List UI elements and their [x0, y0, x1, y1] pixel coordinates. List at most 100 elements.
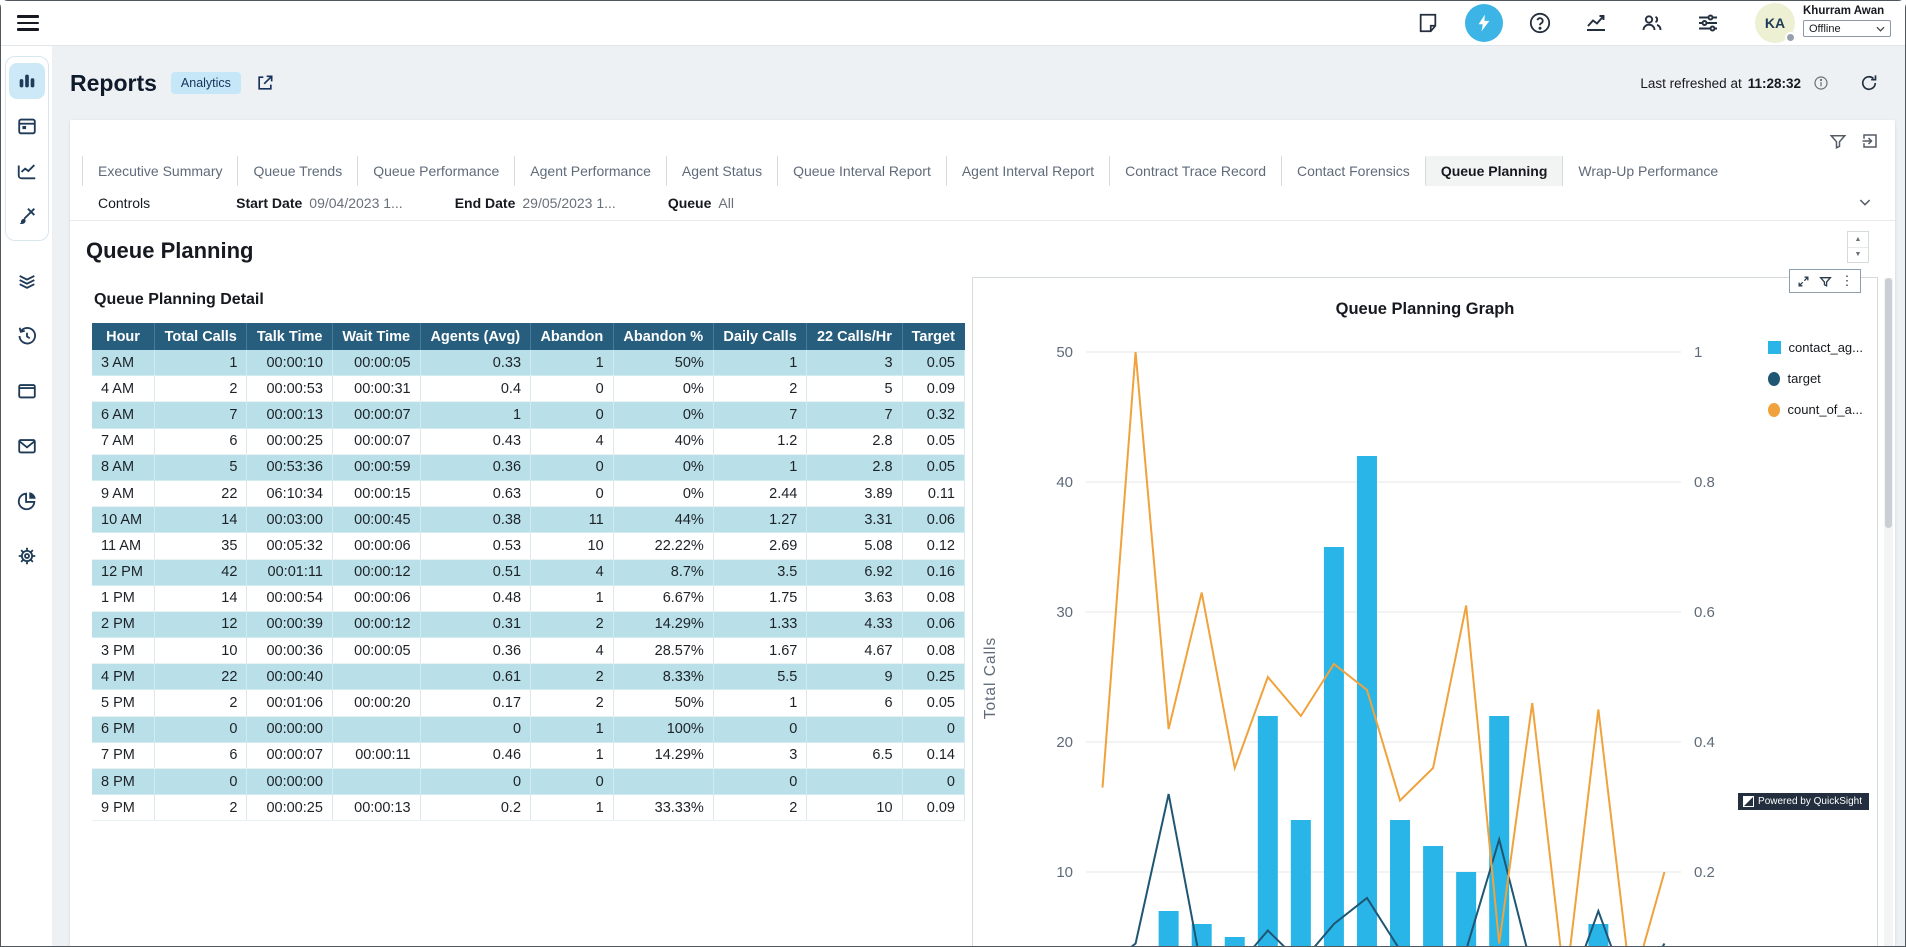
table-cell[interactable]: 3: [713, 742, 807, 768]
table-cell[interactable]: 00:03:00: [247, 507, 332, 533]
table-cell[interactable]: 10 AM: [92, 507, 155, 533]
table-cell[interactable]: 12: [155, 611, 247, 637]
table-cell[interactable]: 00:53:36: [247, 454, 332, 480]
tab-executive-summary[interactable]: Executive Summary: [82, 156, 237, 186]
table-cell[interactable]: 00:00:06: [332, 533, 420, 559]
table-cell[interactable]: 1.75: [713, 585, 807, 611]
table-cell[interactable]: 2 PM: [92, 611, 155, 637]
table-cell[interactable]: 3 AM: [92, 350, 155, 376]
table-cell[interactable]: 00:00:25: [247, 428, 332, 454]
table-cell[interactable]: 6: [807, 690, 902, 716]
table-cell[interactable]: 40%: [613, 428, 713, 454]
table-cell[interactable]: [332, 664, 420, 690]
table-cell[interactable]: 0: [902, 769, 964, 795]
table-cell[interactable]: 2: [713, 795, 807, 821]
settings-sliders-icon[interactable]: [1689, 4, 1727, 42]
table-cell[interactable]: 1: [531, 716, 614, 742]
refresh-icon[interactable]: [1859, 73, 1879, 93]
table-cell[interactable]: 0.17: [420, 690, 530, 716]
sidebar-item-schedule[interactable]: [9, 108, 45, 144]
table-cell[interactable]: 06:10:34: [247, 480, 332, 506]
table-cell[interactable]: 8 PM: [92, 769, 155, 795]
table-cell[interactable]: 14: [155, 585, 247, 611]
table-cell[interactable]: 0.33: [420, 350, 530, 376]
sidebar-item-design[interactable]: [9, 198, 45, 234]
table-cell[interactable]: 35: [155, 533, 247, 559]
table-cell[interactable]: 7: [713, 402, 807, 428]
table-cell[interactable]: [807, 769, 902, 795]
table-cell[interactable]: 00:00:05: [332, 638, 420, 664]
table-cell[interactable]: 1: [531, 585, 614, 611]
tab-contact-forensics[interactable]: Contact Forensics: [1281, 156, 1425, 186]
table-cell[interactable]: 0%: [613, 402, 713, 428]
table-cell[interactable]: 0.05: [902, 350, 964, 376]
table-cell[interactable]: 00:01:06: [247, 690, 332, 716]
tab-wrap-up-performance[interactable]: Wrap-Up Performance: [1562, 156, 1734, 186]
table-cell[interactable]: 2: [531, 690, 614, 716]
table-cell[interactable]: 1: [155, 350, 247, 376]
table-cell[interactable]: 50%: [613, 690, 713, 716]
table-cell[interactable]: 0.12: [902, 533, 964, 559]
info-icon[interactable]: [1813, 75, 1829, 91]
table-cell[interactable]: 0.14: [902, 742, 964, 768]
table-cell[interactable]: 0.05: [902, 428, 964, 454]
tab-agent-interval-report[interactable]: Agent Interval Report: [946, 156, 1109, 186]
control-end-date[interactable]: End Date29/05/2023 1...: [455, 195, 616, 211]
table-cell[interactable]: 0: [531, 454, 614, 480]
table-cell[interactable]: 00:00:53: [247, 376, 332, 402]
table-cell[interactable]: 00:00:11: [332, 742, 420, 768]
table-cell[interactable]: 0.25: [902, 664, 964, 690]
table-cell[interactable]: 0: [531, 480, 614, 506]
table-cell[interactable]: 0.31: [420, 611, 530, 637]
chart-plot[interactable]: 501400.8300.6200.4100.2Total Calls: [973, 278, 1879, 946]
table-cell[interactable]: 0: [531, 769, 614, 795]
table-cell[interactable]: 11: [531, 507, 614, 533]
table-cell[interactable]: 1: [531, 350, 614, 376]
table-cell[interactable]: 1: [420, 402, 530, 428]
status-select[interactable]: Offline: [1803, 20, 1891, 37]
table-cell[interactable]: 3: [807, 350, 902, 376]
tab-queue-planning[interactable]: Queue Planning: [1425, 156, 1563, 186]
table-cell[interactable]: 0%: [613, 376, 713, 402]
sidebar-item-history[interactable]: [9, 318, 45, 354]
table-cell[interactable]: 44%: [613, 507, 713, 533]
table-cell[interactable]: 0.08: [902, 585, 964, 611]
quick-actions-bolt-icon[interactable]: [1465, 4, 1503, 42]
table-cell[interactable]: 00:00:12: [332, 559, 420, 585]
tab-agent-status[interactable]: Agent Status: [666, 156, 777, 186]
table-cell[interactable]: 4: [531, 428, 614, 454]
table-cell[interactable]: 0: [713, 769, 807, 795]
table-cell[interactable]: 1: [531, 742, 614, 768]
table-cell[interactable]: 0.36: [420, 638, 530, 664]
table-cell[interactable]: 0.05: [902, 454, 964, 480]
table-cell[interactable]: 1 PM: [92, 585, 155, 611]
chart-filter-icon[interactable]: [1816, 272, 1834, 290]
table-cell[interactable]: 0.61: [420, 664, 530, 690]
table-cell[interactable]: 00:00:10: [247, 350, 332, 376]
sidebar-item-reports[interactable]: [9, 63, 45, 99]
table-cell[interactable]: 0: [420, 769, 530, 795]
table-cell[interactable]: 0: [902, 716, 964, 742]
table-cell[interactable]: 28.57%: [613, 638, 713, 664]
column-header-wait-time[interactable]: Wait Time: [332, 324, 420, 351]
table-cell[interactable]: 4: [531, 559, 614, 585]
help-icon[interactable]: [1521, 4, 1559, 42]
vertical-scrollbar[interactable]: [1884, 278, 1893, 946]
table-cell[interactable]: 00:00:40: [247, 664, 332, 690]
table-cell[interactable]: 4: [531, 638, 614, 664]
table-cell[interactable]: 0.43: [420, 428, 530, 454]
table-cell[interactable]: 33.33%: [613, 795, 713, 821]
maximize-icon[interactable]: [1794, 272, 1812, 290]
table-cell[interactable]: 10: [807, 795, 902, 821]
table-cell[interactable]: 0.09: [902, 795, 964, 821]
table-cell[interactable]: 0.53: [420, 533, 530, 559]
table-cell[interactable]: 00:00:36: [247, 638, 332, 664]
table-cell[interactable]: 0.63: [420, 480, 530, 506]
table-cell[interactable]: 0%: [613, 454, 713, 480]
menu-icon[interactable]: [17, 11, 39, 35]
scroll-up-icon[interactable]: ▲: [1848, 232, 1868, 248]
table-cell[interactable]: 00:00:39: [247, 611, 332, 637]
table-cell[interactable]: 5.08: [807, 533, 902, 559]
table-cell[interactable]: 2: [713, 376, 807, 402]
table-cell[interactable]: 1: [531, 795, 614, 821]
